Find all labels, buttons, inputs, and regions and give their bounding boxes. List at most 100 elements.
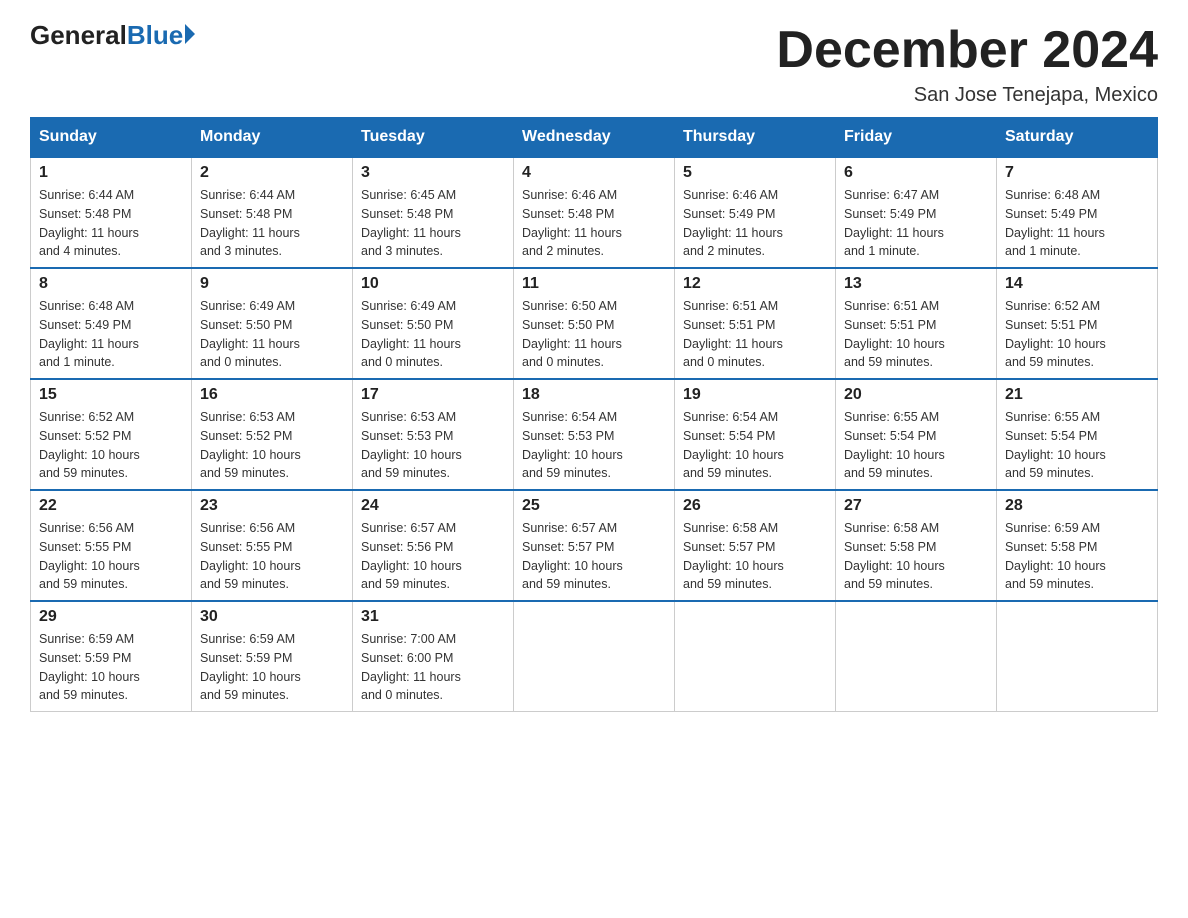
- calendar-empty-cell: [997, 601, 1158, 712]
- calendar-day-6: 6 Sunrise: 6:47 AM Sunset: 5:49 PM Daylig…: [836, 157, 997, 268]
- day-number: 11: [522, 275, 666, 293]
- calendar-day-2: 2 Sunrise: 6:44 AM Sunset: 5:48 PM Daylig…: [192, 157, 353, 268]
- day-number: 31: [361, 608, 505, 626]
- calendar-day-7: 7Sunrise: 6:48 AM Sunset: 5:49 PM Daylig…: [997, 157, 1158, 268]
- day-info: Sunrise: 6:45 AM Sunset: 5:48 PM Dayligh…: [361, 186, 505, 261]
- day-number: 27: [844, 497, 988, 515]
- day-info: Sunrise: 6:56 AM Sunset: 5:55 PM Dayligh…: [200, 519, 344, 594]
- day-number: 1: [39, 164, 183, 182]
- logo: General Blue: [30, 20, 195, 51]
- calendar-day-23: 23 Sunrise: 6:56 AM Sunset: 5:55 PM Dayli…: [192, 490, 353, 601]
- day-info: Sunrise: 6:52 AM Sunset: 5:52 PM Dayligh…: [39, 408, 183, 483]
- day-number: 20: [844, 386, 988, 404]
- day-number: 10: [361, 275, 505, 293]
- day-info: Sunrise: 6:56 AM Sunset: 5:55 PM Dayligh…: [39, 519, 183, 594]
- day-number: 22: [39, 497, 183, 515]
- day-info: Sunrise: 6:49 AM Sunset: 5:50 PM Dayligh…: [200, 297, 344, 372]
- day-number: 6: [844, 164, 988, 182]
- calendar-empty-cell: [836, 601, 997, 712]
- calendar-day-10: 10 Sunrise: 6:49 AM Sunset: 5:50 PM Dayli…: [353, 268, 514, 379]
- day-info: Sunrise: 6:49 AM Sunset: 5:50 PM Dayligh…: [361, 297, 505, 372]
- day-info: Sunrise: 6:51 AM Sunset: 5:51 PM Dayligh…: [844, 297, 988, 372]
- calendar-day-4: 4Sunrise: 6:46 AM Sunset: 5:48 PM Daylig…: [514, 157, 675, 268]
- calendar-week-row: 15 Sunrise: 6:52 AM Sunset: 5:52 PM Dayli…: [31, 379, 1158, 490]
- day-info: Sunrise: 6:53 AM Sunset: 5:52 PM Dayligh…: [200, 408, 344, 483]
- calendar-day-19: 19Sunrise: 6:54 AM Sunset: 5:54 PM Dayli…: [675, 379, 836, 490]
- calendar-week-row: 29Sunrise: 6:59 AM Sunset: 5:59 PM Dayli…: [31, 601, 1158, 712]
- calendar-table: SundayMondayTuesdayWednesdayThursdayFrid…: [30, 117, 1158, 712]
- calendar-day-22: 22 Sunrise: 6:56 AM Sunset: 5:55 PM Dayli…: [31, 490, 192, 601]
- calendar-day-28: 28Sunrise: 6:59 AM Sunset: 5:58 PM Dayli…: [997, 490, 1158, 601]
- calendar-empty-cell: [675, 601, 836, 712]
- day-info: Sunrise: 6:59 AM Sunset: 5:59 PM Dayligh…: [200, 630, 344, 705]
- day-info: Sunrise: 6:59 AM Sunset: 5:59 PM Dayligh…: [39, 630, 183, 705]
- day-info: Sunrise: 6:57 AM Sunset: 5:57 PM Dayligh…: [522, 519, 666, 594]
- day-number: 9: [200, 275, 344, 293]
- calendar-day-16: 16 Sunrise: 6:53 AM Sunset: 5:52 PM Dayli…: [192, 379, 353, 490]
- calendar-week-row: 8Sunrise: 6:48 AM Sunset: 5:49 PM Daylig…: [31, 268, 1158, 379]
- calendar-header-row: SundayMondayTuesdayWednesdayThursdayFrid…: [31, 118, 1158, 158]
- day-info: Sunrise: 6:57 AM Sunset: 5:56 PM Dayligh…: [361, 519, 505, 594]
- calendar-day-17: 17Sunrise: 6:53 AM Sunset: 5:53 PM Dayli…: [353, 379, 514, 490]
- month-title: December 2024: [776, 20, 1158, 80]
- day-info: Sunrise: 6:54 AM Sunset: 5:53 PM Dayligh…: [522, 408, 666, 483]
- day-number: 4: [522, 164, 666, 182]
- calendar-day-25: 25 Sunrise: 6:57 AM Sunset: 5:57 PM Dayli…: [514, 490, 675, 601]
- day-number: 21: [1005, 386, 1149, 404]
- day-number: 2: [200, 164, 344, 182]
- calendar-day-14: 14 Sunrise: 6:52 AM Sunset: 5:51 PM Dayli…: [997, 268, 1158, 379]
- calendar-day-30: 30 Sunrise: 6:59 AM Sunset: 5:59 PM Dayli…: [192, 601, 353, 712]
- calendar-day-18: 18Sunrise: 6:54 AM Sunset: 5:53 PM Dayli…: [514, 379, 675, 490]
- calendar-day-8: 8Sunrise: 6:48 AM Sunset: 5:49 PM Daylig…: [31, 268, 192, 379]
- day-info: Sunrise: 7:00 AM Sunset: 6:00 PM Dayligh…: [361, 630, 505, 705]
- day-number: 30: [200, 608, 344, 626]
- calendar-header-wednesday: Wednesday: [514, 118, 675, 158]
- calendar-day-15: 15 Sunrise: 6:52 AM Sunset: 5:52 PM Dayli…: [31, 379, 192, 490]
- day-number: 14: [1005, 275, 1149, 293]
- calendar-header-sunday: Sunday: [31, 118, 192, 158]
- day-info: Sunrise: 6:44 AM Sunset: 5:48 PM Dayligh…: [39, 186, 183, 261]
- calendar-day-29: 29Sunrise: 6:59 AM Sunset: 5:59 PM Dayli…: [31, 601, 192, 712]
- day-number: 3: [361, 164, 505, 182]
- title-section: December 2024 San Jose Tenejapa, Mexico: [776, 20, 1158, 107]
- day-info: Sunrise: 6:51 AM Sunset: 5:51 PM Dayligh…: [683, 297, 827, 372]
- calendar-header-tuesday: Tuesday: [353, 118, 514, 158]
- calendar-day-31: 31 Sunrise: 7:00 AM Sunset: 6:00 PM Dayli…: [353, 601, 514, 712]
- calendar-day-27: 27 Sunrise: 6:58 AM Sunset: 5:58 PM Dayli…: [836, 490, 997, 601]
- logo-general-text: General: [30, 20, 127, 51]
- day-info: Sunrise: 6:58 AM Sunset: 5:57 PM Dayligh…: [683, 519, 827, 594]
- calendar-day-20: 20Sunrise: 6:55 AM Sunset: 5:54 PM Dayli…: [836, 379, 997, 490]
- location-subtitle: San Jose Tenejapa, Mexico: [776, 84, 1158, 107]
- day-info: Sunrise: 6:53 AM Sunset: 5:53 PM Dayligh…: [361, 408, 505, 483]
- calendar-day-21: 21 Sunrise: 6:55 AM Sunset: 5:54 PM Dayli…: [997, 379, 1158, 490]
- day-number: 25: [522, 497, 666, 515]
- calendar-week-row: 22 Sunrise: 6:56 AM Sunset: 5:55 PM Dayli…: [31, 490, 1158, 601]
- day-info: Sunrise: 6:55 AM Sunset: 5:54 PM Dayligh…: [1005, 408, 1149, 483]
- day-info: Sunrise: 6:48 AM Sunset: 5:49 PM Dayligh…: [1005, 186, 1149, 261]
- calendar-day-5: 5 Sunrise: 6:46 AM Sunset: 5:49 PM Daylig…: [675, 157, 836, 268]
- day-info: Sunrise: 6:50 AM Sunset: 5:50 PM Dayligh…: [522, 297, 666, 372]
- day-number: 23: [200, 497, 344, 515]
- calendar-day-9: 9 Sunrise: 6:49 AM Sunset: 5:50 PM Daylig…: [192, 268, 353, 379]
- day-info: Sunrise: 6:46 AM Sunset: 5:49 PM Dayligh…: [683, 186, 827, 261]
- calendar-header-friday: Friday: [836, 118, 997, 158]
- page-header: General Blue December 2024 San Jose Tene…: [30, 20, 1158, 107]
- day-info: Sunrise: 6:47 AM Sunset: 5:49 PM Dayligh…: [844, 186, 988, 261]
- calendar-header-monday: Monday: [192, 118, 353, 158]
- calendar-day-3: 3 Sunrise: 6:45 AM Sunset: 5:48 PM Daylig…: [353, 157, 514, 268]
- logo-arrow-icon: [185, 24, 195, 44]
- day-number: 15: [39, 386, 183, 404]
- day-info: Sunrise: 6:52 AM Sunset: 5:51 PM Dayligh…: [1005, 297, 1149, 372]
- calendar-day-12: 12 Sunrise: 6:51 AM Sunset: 5:51 PM Dayli…: [675, 268, 836, 379]
- day-number: 8: [39, 275, 183, 293]
- calendar-day-13: 13 Sunrise: 6:51 AM Sunset: 5:51 PM Dayli…: [836, 268, 997, 379]
- day-number: 13: [844, 275, 988, 293]
- day-info: Sunrise: 6:58 AM Sunset: 5:58 PM Dayligh…: [844, 519, 988, 594]
- day-info: Sunrise: 6:54 AM Sunset: 5:54 PM Dayligh…: [683, 408, 827, 483]
- logo-blue-part: Blue: [127, 20, 195, 51]
- day-number: 28: [1005, 497, 1149, 515]
- day-number: 16: [200, 386, 344, 404]
- day-info: Sunrise: 6:44 AM Sunset: 5:48 PM Dayligh…: [200, 186, 344, 261]
- day-number: 12: [683, 275, 827, 293]
- day-number: 5: [683, 164, 827, 182]
